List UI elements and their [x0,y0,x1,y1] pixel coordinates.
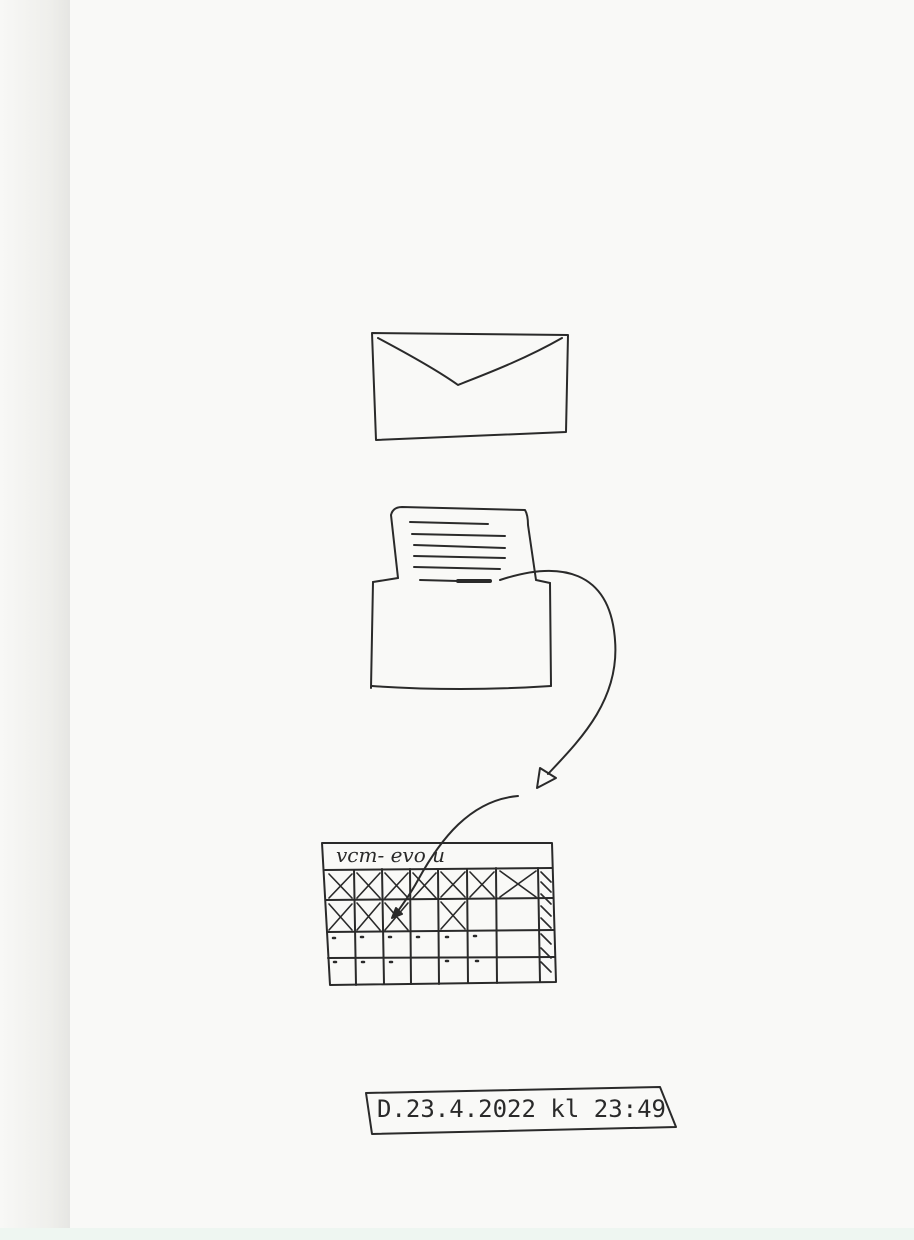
calendar-header-text: vcm- evo u [336,843,445,867]
envelope-open-letter-icon [370,506,552,690]
timestamp-text: D.23.4.2022 kl 23:49 [377,1095,666,1123]
sketch-canvas [321,332,677,1135]
envelope-closed-icon [371,332,569,441]
